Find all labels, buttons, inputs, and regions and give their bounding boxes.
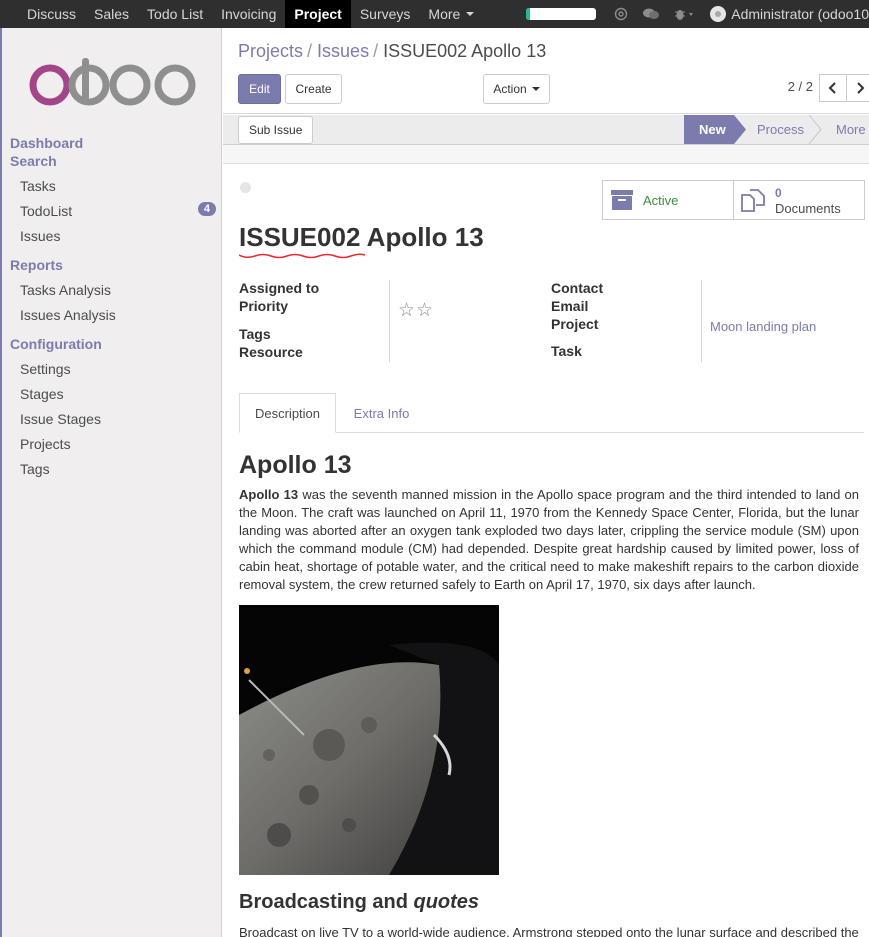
menu-more[interactable]: More	[419, 0, 483, 28]
tab-extra-info[interactable]: Extra Info	[340, 393, 423, 433]
label-tags: Tags	[239, 326, 271, 342]
menu-discuss[interactable]: Discuss	[18, 0, 85, 28]
odoo-logo[interactable]	[29, 58, 199, 108]
menu-sales[interactable]: Sales	[85, 0, 138, 28]
sidebar: Dashboard Search Tasks TodoList 4 Issues…	[0, 28, 222, 937]
record-title: ISSUE002 Apollo 13	[239, 222, 484, 253]
user-menu[interactable]: Administrator (odoo10	[731, 6, 869, 22]
action-dropdown[interactable]: Action	[483, 74, 550, 104]
archive-icon	[611, 190, 633, 210]
sidebar-section-reports[interactable]: Reports	[10, 257, 63, 273]
lead-bold: Apollo 13	[239, 487, 299, 502]
stage-more[interactable]: More	[836, 115, 866, 144]
menu-invoicing[interactable]: Invoicing	[212, 0, 285, 28]
control-panel: Projects / Issues / ISSUE002 Apollo 13 Edit …	[223, 28, 869, 114]
form-view: Sub Issue New Process More Active 0 Docu…	[223, 115, 869, 937]
breadcrumb-separator: /	[373, 41, 379, 61]
moon-photo	[239, 605, 499, 875]
menu-project[interactable]: Project	[285, 0, 351, 28]
pager-previous-button[interactable]	[819, 74, 847, 102]
form-sheet: Active 0 Documents ISSUE002 Apollo 13 As…	[223, 163, 869, 937]
project-link[interactable]: Moon landing plan	[710, 319, 816, 334]
label-contact: Contact	[551, 280, 604, 296]
sidebar-item-tasks-analysis[interactable]: Tasks Analysis	[20, 282, 216, 298]
chevron-right-icon	[857, 82, 865, 94]
chevron-left-icon	[828, 82, 836, 94]
label-assigned-to: Assigned to	[239, 280, 320, 296]
spellcheck-underline	[239, 253, 366, 259]
sidebar-section-configuration[interactable]: Configuration	[10, 336, 102, 352]
files-icon	[741, 189, 765, 212]
description-heading: Apollo 13	[239, 451, 352, 479]
priority-stars[interactable]: ☆☆	[398, 299, 434, 322]
section-heading: Broadcasting and quotes	[239, 891, 479, 914]
breadcrumb-projects[interactable]: Projects	[238, 41, 303, 61]
description-paragraph-2: Broadcast on live TV to a world-wide aud…	[239, 925, 859, 937]
breadcrumb-current: ISSUE002 Apollo 13	[383, 41, 547, 61]
tab-description[interactable]: Description	[239, 393, 336, 433]
breadcrumb-issues[interactable]: Issues	[317, 41, 369, 61]
sidebar-item-projects[interactable]: Projects	[20, 436, 216, 452]
active-toggle-button[interactable]: Active	[602, 180, 734, 220]
active-label: Active	[643, 193, 679, 208]
label-resource: Resource	[239, 344, 303, 360]
documents-count: 0	[775, 186, 782, 200]
breadcrumb-separator: /	[307, 41, 313, 61]
section-heading-plain: Broadcasting and	[239, 891, 414, 913]
bug-icon[interactable]	[674, 7, 696, 21]
edit-button[interactable]: Edit	[238, 74, 281, 104]
issue-name: Apollo 13	[366, 222, 484, 252]
sidebar-item-tags[interactable]: Tags	[20, 461, 216, 477]
action-label: Action	[493, 82, 527, 96]
breadcrumb: Projects / Issues / ISSUE002 Apollo 13	[238, 41, 546, 62]
description-paragraph: Apollo 13 was the seventh manned mission…	[239, 486, 859, 594]
chat-icon[interactable]	[642, 7, 660, 21]
pager-next-button[interactable]	[846, 74, 869, 102]
label-task: Task	[551, 343, 582, 359]
documents-label: Documents	[775, 201, 841, 216]
pager-value: 2 / 2	[787, 79, 813, 94]
field-divider	[389, 280, 390, 362]
sidebar-section-search[interactable]: Search	[10, 153, 57, 169]
stage-process[interactable]: Process	[757, 115, 804, 144]
chevron-down-icon	[531, 87, 540, 91]
sidebar-item-issues-analysis[interactable]: Issues Analysis	[20, 307, 216, 323]
lunar-surface-image	[239, 605, 499, 875]
sidebar-section-dashboard[interactable]: Dashboard	[10, 135, 83, 151]
label-project: Project	[551, 316, 599, 332]
stage-new[interactable]: New	[699, 115, 726, 144]
field-divider	[701, 280, 702, 362]
sidebar-item-tasks[interactable]: Tasks	[20, 178, 216, 194]
sidebar-item-stages[interactable]: Stages	[20, 386, 216, 402]
progress-fill	[526, 8, 530, 20]
count-badge: 4	[197, 202, 216, 216]
create-button[interactable]: Create	[285, 74, 342, 104]
description-body: was the seventh manned mission in the Ap…	[239, 487, 859, 592]
menu-todo-list[interactable]: Todo List	[138, 0, 212, 28]
progress-bar	[526, 8, 597, 20]
menu-more-label: More	[428, 6, 461, 22]
label-priority: Priority	[239, 298, 289, 314]
section-heading-italic: quotes	[413, 891, 480, 913]
systray: Administrator (odoo10	[526, 0, 869, 28]
app-menu: Discuss Sales Todo List Invoicing Projec…	[0, 0, 483, 28]
sidebar-item-issues[interactable]: Issues	[20, 228, 216, 244]
issue-code: ISSUE002	[239, 222, 361, 252]
documents-button[interactable]: 0 Documents	[733, 180, 865, 220]
avatar[interactable]	[710, 6, 727, 22]
sidebar-item-label: TodoList	[20, 203, 73, 219]
mention-icon[interactable]	[614, 7, 628, 21]
top-navbar: Discuss Sales Todo List Invoicing Projec…	[0, 0, 869, 28]
chevron-down-icon	[466, 12, 475, 16]
status-bar: Sub Issue New Process More	[223, 115, 869, 145]
sidebar-item-todolist[interactable]: TodoList 4	[20, 202, 216, 219]
kanban-state-icon[interactable]	[240, 182, 251, 193]
sidebar-item-settings[interactable]: Settings	[20, 361, 216, 377]
sidebar-item-issue-stages[interactable]: Issue Stages	[20, 411, 216, 427]
label-email: Email	[551, 298, 589, 314]
menu-surveys[interactable]: Surveys	[351, 0, 420, 28]
sub-issue-button[interactable]: Sub Issue	[238, 116, 314, 144]
